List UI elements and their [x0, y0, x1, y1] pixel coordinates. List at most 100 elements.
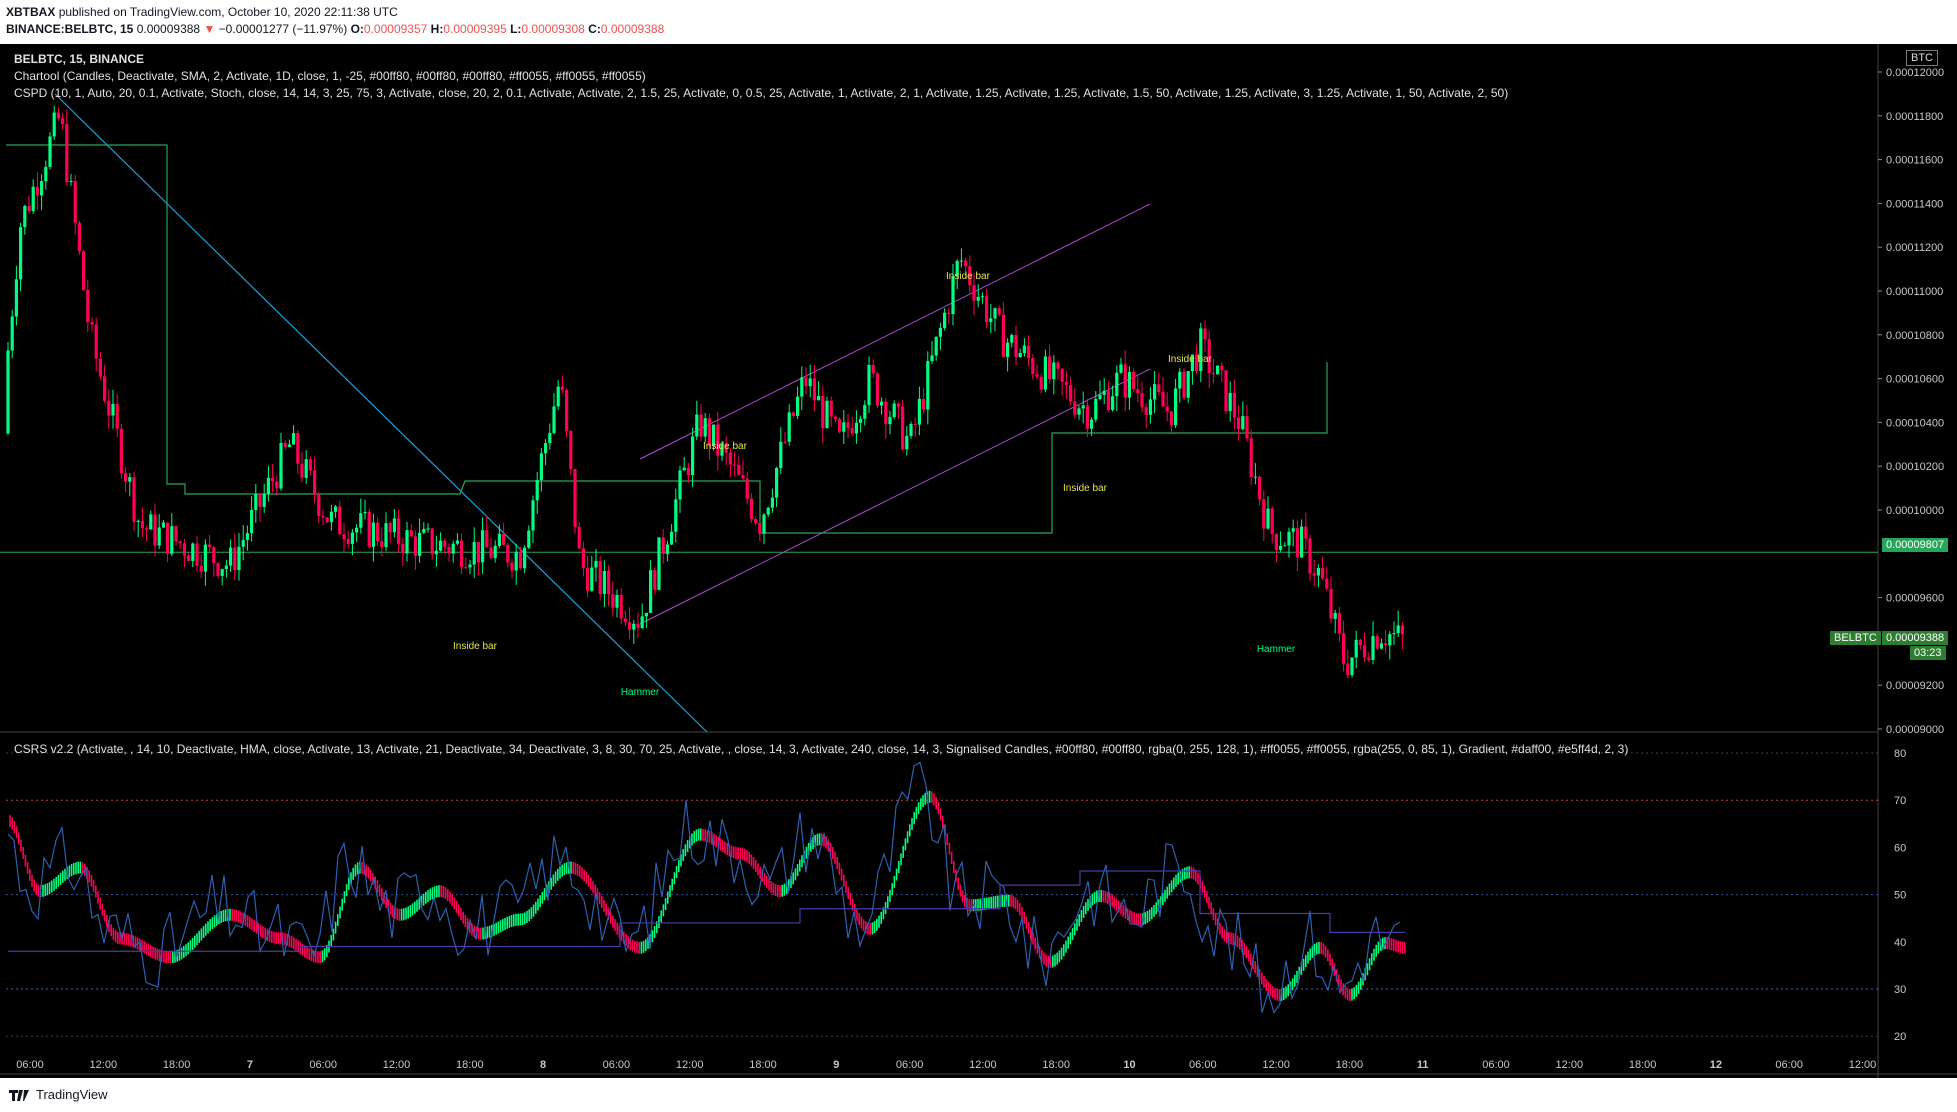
- candle-body: [947, 312, 951, 315]
- candle-body: [997, 308, 1001, 315]
- time-axis-label: 18:00: [163, 1059, 191, 1071]
- candle-body: [1010, 335, 1014, 343]
- candle-body: [674, 499, 678, 532]
- candle-body: [1048, 356, 1052, 380]
- price-axis-label: 0.00010400: [1886, 417, 1944, 429]
- candle-body: [1115, 372, 1119, 397]
- candle-body: [649, 570, 653, 613]
- candle-body: [1144, 407, 1148, 415]
- high-label: H:: [430, 22, 444, 36]
- hline-price-tag: 0.00009807: [1882, 538, 1949, 552]
- price-axis-label: 0.00010800: [1886, 330, 1944, 342]
- candle-body: [602, 571, 606, 594]
- candle-body: [170, 526, 174, 554]
- candle-body: [31, 186, 35, 212]
- time-axis-label: 06:00: [16, 1059, 44, 1071]
- candle-body: [472, 542, 476, 565]
- candle-body: [35, 186, 39, 196]
- candle-body: [565, 389, 569, 432]
- candle-body: [426, 528, 430, 530]
- candle-body: [1031, 358, 1035, 374]
- osc-axis-label: 80: [1894, 748, 1906, 760]
- candle-body: [258, 493, 262, 507]
- candle-body: [77, 222, 81, 252]
- candle-body: [640, 616, 644, 628]
- candle-body: [896, 403, 900, 407]
- candle-body: [208, 544, 212, 548]
- chart-frame[interactable]: 0.00012000 0.00011800 0.00011600 0.00011400…: [0, 44, 1957, 1078]
- author-name[interactable]: XBTBAX: [6, 5, 55, 19]
- candle-body: [1153, 384, 1157, 400]
- candle-body: [1043, 356, 1047, 390]
- candle-body: [481, 530, 485, 563]
- candle-body: [1396, 625, 1400, 634]
- time-axis-label: 18:00: [1629, 1059, 1657, 1071]
- candle-body: [98, 358, 102, 377]
- candle-body: [657, 537, 661, 590]
- candle-body: [1035, 373, 1039, 377]
- candle-body: [174, 526, 178, 542]
- candle-body: [132, 477, 136, 522]
- legend-cspd[interactable]: CSPD (10, 1, Auto, 20, 0.1, Activate, St…: [14, 86, 1508, 100]
- candle-body: [86, 290, 90, 323]
- legend-chartool[interactable]: Chartool (Candles, Deactivate, SMA, 2, A…: [14, 69, 646, 83]
- time-axis-label: 18:00: [749, 1059, 777, 1071]
- candle-body: [405, 530, 409, 554]
- candle-body: [1161, 391, 1165, 407]
- candle-body: [367, 511, 371, 547]
- candle-body: [321, 515, 325, 518]
- candle-body: [1148, 399, 1152, 415]
- candle-body: [56, 112, 60, 119]
- candle-body: [14, 279, 18, 317]
- legend-symbol: BELBTC, 15, BINANCE: [14, 52, 145, 66]
- tradingview-brand[interactable]: TradingView: [8, 1087, 108, 1102]
- candle-body: [644, 612, 648, 617]
- chart-canvas[interactable]: 0.00012000 0.00011800 0.00011600 0.00011400…: [0, 44, 1957, 1078]
- open-value: 0.00009357: [363, 22, 428, 36]
- candle-body: [691, 436, 695, 476]
- candle-body: [359, 513, 363, 528]
- change-down-icon: ▼: [203, 22, 216, 36]
- candle-body: [1119, 364, 1123, 373]
- candle-body: [94, 324, 98, 359]
- candle-body: [1283, 545, 1287, 547]
- candle-body: [443, 540, 447, 548]
- candle-body: [812, 378, 816, 401]
- candle-body: [325, 517, 329, 523]
- candle-body: [594, 560, 598, 568]
- stepped-sr-line: [6, 144, 1328, 534]
- candle-body: [901, 406, 905, 450]
- candle-body: [846, 422, 850, 428]
- time-axis-label: 06:00: [1189, 1059, 1217, 1071]
- candle-body: [216, 563, 220, 576]
- candle-body: [775, 468, 779, 498]
- candle-body: [1312, 573, 1316, 576]
- candle-body: [19, 227, 23, 280]
- candle-body: [464, 567, 468, 569]
- candle-body: [703, 418, 707, 437]
- candle-body: [233, 547, 237, 571]
- candle-body: [119, 428, 123, 474]
- candle-body: [220, 569, 224, 576]
- candle-body: [665, 544, 669, 555]
- candle-body: [212, 547, 216, 564]
- candle-body: [972, 285, 976, 301]
- candle-body: [1346, 663, 1350, 676]
- legend-csrs[interactable]: CSRS v2.2 (Activate, , 14, 10, Deactivat…: [14, 742, 1628, 756]
- candle-body: [422, 528, 426, 533]
- candle-body: [279, 443, 283, 489]
- candle-body: [1253, 476, 1257, 478]
- time-axis-label: 12:00: [969, 1059, 997, 1071]
- candle-body: [581, 548, 585, 568]
- candle-body: [1186, 371, 1190, 398]
- candle-body: [1304, 526, 1308, 539]
- candle-body: [800, 377, 804, 397]
- candle-body: [1006, 342, 1010, 357]
- candle-body: [48, 136, 52, 167]
- candle-body: [556, 386, 560, 407]
- candle-body: [460, 540, 464, 568]
- candle-body: [1350, 657, 1354, 676]
- candle-body: [1127, 372, 1131, 398]
- time-axis-label: 12:00: [676, 1059, 704, 1071]
- time-axis-label: 18:00: [1042, 1059, 1070, 1071]
